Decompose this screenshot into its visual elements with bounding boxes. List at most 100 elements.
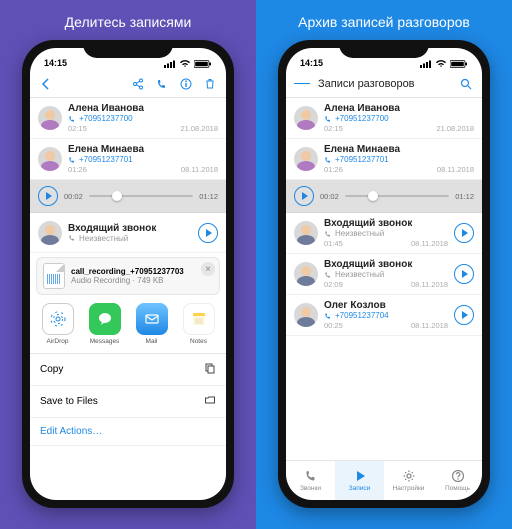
battery-icon [194,60,212,68]
contact-name: Входящий звонок [68,223,192,234]
player-knob[interactable] [368,191,378,201]
play-button[interactable] [198,223,218,243]
avatar [294,221,318,245]
player-track[interactable] [89,195,193,197]
contact-name: Елена Минаева [324,144,474,155]
panel-title: Делитесь записями [65,14,192,30]
phone-mockup: 14:15 Алена Иванова [22,40,234,508]
menu-icon[interactable] [294,76,310,92]
action-copy[interactable]: Copy [30,354,226,386]
share-icon[interactable] [130,76,146,92]
contact-name: Алена Иванова [68,103,218,114]
airdrop-icon [42,303,74,335]
player-track[interactable] [345,195,449,197]
duration: 02:15 [68,124,87,133]
mail-icon [136,303,168,335]
contact-name: Алена Иванова [324,103,474,114]
close-icon[interactable]: × [201,262,215,276]
panel-title: Архив записей разговоров [298,14,470,30]
share-app-notes[interactable]: Notes [183,303,215,345]
recording-row[interactable]: Олег Козлов +70951237704 00:25 08.11.2018 [286,295,482,336]
date: 21.08.2018 [180,124,218,133]
share-file-card: call_recording_+70951237703 Audio Record… [36,257,220,295]
player-knob[interactable] [112,191,122,201]
recording-row[interactable]: Алена Иванова +70951237700 02:15 21.08.20… [286,98,482,139]
play-button[interactable] [454,223,474,243]
share-app-messages[interactable]: Messages [89,303,121,345]
info-icon[interactable] [178,76,194,92]
duration: 00:25 [324,321,343,330]
audio-player[interactable]: 00:02 01:12 [30,180,226,213]
duration: 02:15 [324,124,343,133]
gear-icon [402,469,416,483]
tab-calls[interactable]: Звонки [286,461,335,500]
player-pos: 00:02 [64,192,83,201]
status-right [164,60,212,68]
trash-icon[interactable] [202,76,218,92]
search-icon[interactable] [458,76,474,92]
recording-row[interactable]: Елена Минаева +70951237701 01:2608.11.20… [30,139,226,180]
avatar [38,106,62,130]
contact-phone: +70951237701 [68,155,218,164]
contact-name: Входящий звонок [324,259,448,270]
date: 08.11.2018 [411,280,448,289]
tab-help[interactable]: Помощь [433,461,482,500]
date: 08.11.2018 [411,239,448,248]
date: 08.11.2018 [411,321,448,330]
folder-icon [204,394,216,409]
contact-phone: +70951237704 [324,311,448,320]
contact-name: Елена Минаева [68,144,218,155]
avatar [294,303,318,327]
audio-player[interactable]: 00:02 01:12 [286,180,482,213]
share-app-airdrop[interactable]: AirDrop [42,303,74,345]
back-icon[interactable] [38,76,54,92]
share-app-mail[interactable]: Mail [136,303,168,345]
battery-icon [450,60,468,68]
player-total: 01:12 [455,192,474,201]
action-save-to-files[interactable]: Save to Files [30,386,226,418]
date: 08.11.2018 [437,165,474,174]
recording-row[interactable]: Входящий звонок Неизвестный 01:4508.11.2… [286,213,482,254]
recording-row[interactable]: Елена Минаева +70951237701 01:2608.11.20… [286,139,482,180]
share-actions: Copy Save to Files Edit Actions… [30,353,226,446]
date: 21.08.2018 [436,124,474,133]
contact-phone: +70951237700 [324,114,474,123]
contact-name: Олег Козлов [324,300,448,311]
contact-sub: Неизвестный [68,234,192,243]
avatar [294,147,318,171]
duration: 02:09 [324,280,343,289]
recording-row[interactable]: Входящий звонок Неизвестный [30,213,226,253]
notes-icon [183,303,215,335]
play-button[interactable] [454,305,474,325]
recording-row[interactable]: Входящий звонок Неизвестный 02:09 08.11.2… [286,254,482,295]
phone-icon [304,469,318,483]
action-edit[interactable]: Edit Actions… [30,418,226,446]
app-toolbar [30,70,226,98]
messages-icon [89,303,121,335]
tab-bar: Звонки Записи Настройки Помощь [286,460,482,500]
status-right [420,60,468,68]
contact-phone: Неизвестный [324,270,448,279]
recordings-list: Алена Иванова +70951237700 02:15 21.08.20… [286,98,482,460]
call-icon[interactable] [154,76,170,92]
play-button[interactable] [38,186,58,206]
phone-mockup: 14:15 Записи разговоров Алена Иванова [278,40,490,508]
play-button[interactable] [454,264,474,284]
tab-settings[interactable]: Настройки [384,461,433,500]
phone-screen: 14:15 Алена Иванова [30,48,226,500]
wifi-icon [179,60,191,68]
phone-screen: 14:15 Записи разговоров Алена Иванова [286,48,482,500]
play-button[interactable] [294,186,314,206]
contact-phone: +70951237700 [68,114,218,123]
promo-panel-share: Делитесь записями 14:15 [0,0,256,529]
share-apps: AirDrop Messages Mail Notes [30,297,226,353]
recordings-list: Алена Иванова +70951237700 02:15 21.08.20… [30,98,226,500]
tab-records[interactable]: Записи [335,461,384,500]
status-time: 14:15 [44,58,67,68]
avatar [38,147,62,171]
contact-phone: Неизвестный [324,229,448,238]
avatar [294,106,318,130]
duration: 01:45 [324,239,343,248]
duration: 01:26 [324,165,343,174]
recording-row[interactable]: Алена Иванова +70951237700 02:15 21.08.20… [30,98,226,139]
